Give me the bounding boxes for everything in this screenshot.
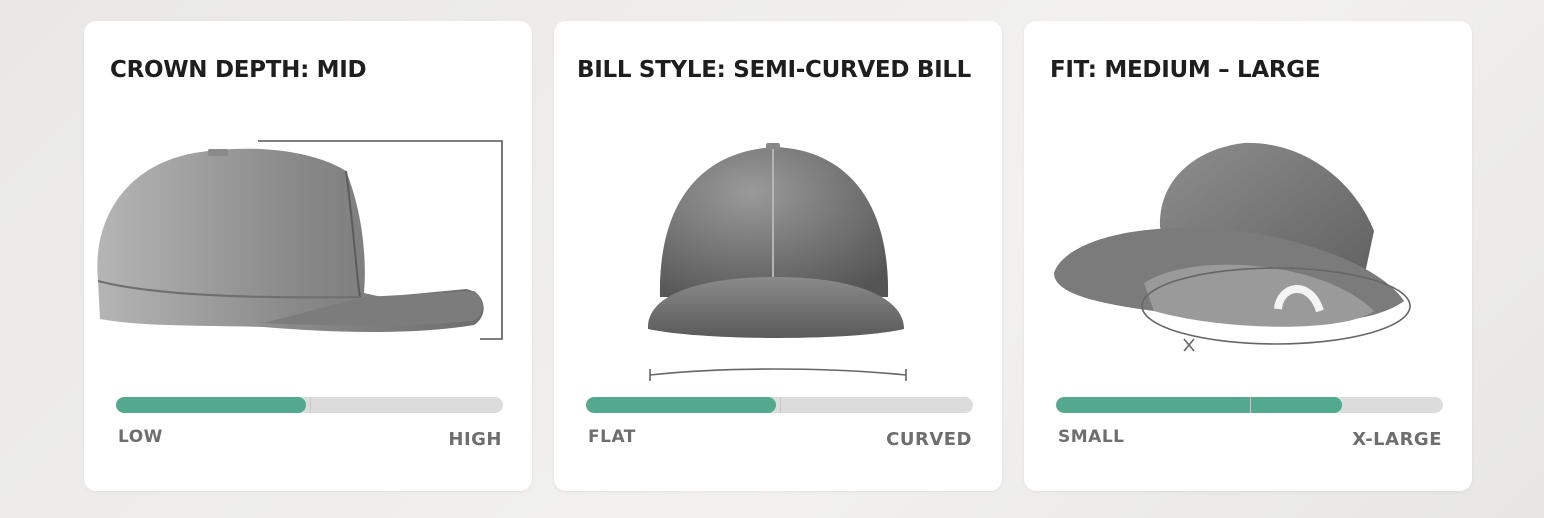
cap-front-view-image [647,143,907,381]
fit-card: FIT: MEDIUM – LARGE SMALL X-LARGE [1024,21,1472,491]
cap-side-view-image [97,140,503,340]
crown-depth-card: CROWN DEPTH: MID LOW HIGH [84,21,532,491]
fit-scale-fill [1056,397,1343,413]
bill-style-scale-fill [586,397,776,413]
fit-scale [1056,397,1443,413]
bill-style-card: BILL STYLE: SEMI-CURVED BILL FLAT CURVED [554,21,1002,491]
scale-high-label: HIGH [448,429,502,450]
scale-low-label: SMALL [1058,427,1125,447]
scale-low-label: LOW [118,427,163,447]
crown-depth-scale-fill [116,397,306,413]
scale-midpoint-marker [1249,397,1251,413]
crown-depth-scale [116,397,503,413]
bill-style-title: BILL STYLE: SEMI-CURVED BILL [577,57,972,83]
fit-title: FIT: MEDIUM – LARGE [1050,57,1321,83]
bill-style-scale [586,397,973,413]
scale-high-label: CURVED [886,429,972,450]
scale-low-label: FLAT [588,427,636,447]
scale-midpoint-marker [309,397,311,413]
crown-depth-title: CROWN DEPTH: MID [110,57,367,83]
cap-tilted-view-image [1054,142,1411,352]
scale-high-label: X-LARGE [1352,429,1442,450]
scale-midpoint-marker [779,397,781,413]
